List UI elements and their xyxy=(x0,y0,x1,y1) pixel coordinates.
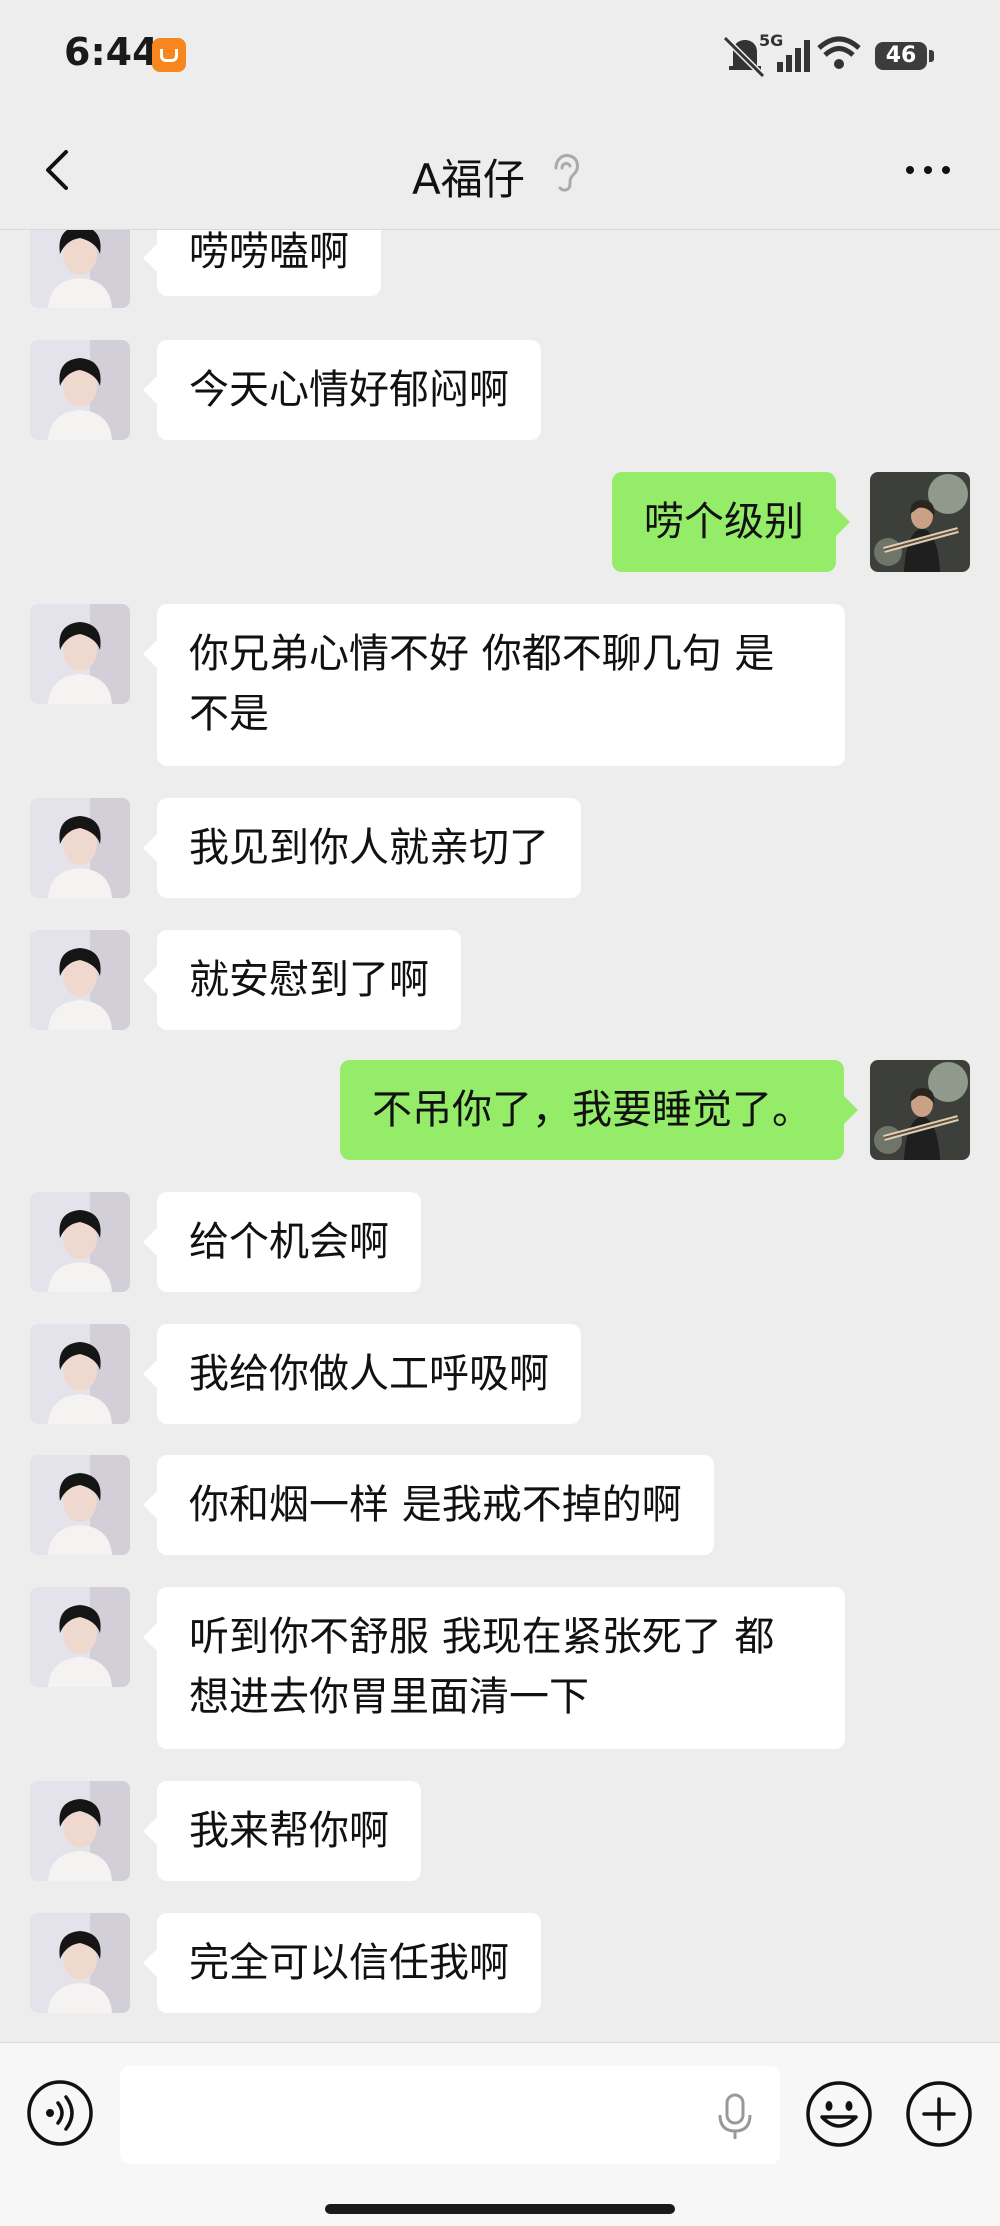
message-bubble[interactable]: 你和烟一样 是我戒不掉的啊 xyxy=(143,1455,714,1555)
battery-icon: 46 xyxy=(875,42,927,70)
my-avatar[interactable] xyxy=(870,472,970,572)
contact-avatar[interactable] xyxy=(30,1192,130,1292)
contact-avatar[interactable] xyxy=(30,1324,130,1424)
chat-title[interactable]: A福仔 xyxy=(412,146,525,207)
battery-level: 46 xyxy=(885,43,917,68)
shopping-app-icon xyxy=(152,38,186,72)
contact-avatar[interactable] xyxy=(30,930,130,1030)
mic-icon[interactable] xyxy=(710,2091,760,2141)
message-bubble[interactable]: 唠个级别 xyxy=(612,472,850,572)
chat-messages: 唠唠嗑啊 今天心情好郁闷啊 唠个级别 你兄弟心情不好 你都不聊几句 是 不是 我… xyxy=(0,230,1000,2042)
plus-icon[interactable] xyxy=(904,2079,974,2149)
emoji-icon[interactable] xyxy=(804,2079,874,2149)
wifi-icon xyxy=(817,36,861,69)
message-bubble[interactable]: 完全可以信任我啊 xyxy=(143,1913,541,2013)
network-label: 5G xyxy=(759,31,783,50)
contact-avatar[interactable] xyxy=(30,1455,130,1555)
contact-avatar[interactable] xyxy=(30,798,130,898)
contact-avatar[interactable] xyxy=(30,1781,130,1881)
message-input[interactable] xyxy=(120,2066,780,2164)
battery-tip xyxy=(929,50,934,62)
message-bubble[interactable]: 我给你做人工呼吸啊 xyxy=(143,1324,581,1424)
status-icons: 5G xyxy=(722,31,861,79)
contact-avatar[interactable] xyxy=(30,230,130,308)
back-arrow-icon[interactable] xyxy=(30,140,90,200)
input-bar xyxy=(0,2042,1000,2226)
voice-icon[interactable] xyxy=(26,2079,94,2147)
ear-icon xyxy=(554,154,579,192)
message-bubble[interactable]: 不吊你了，我要睡觉了。 xyxy=(340,1060,858,1160)
status-bar: 6:44 5G 46 xyxy=(0,0,1000,110)
message-bubble[interactable]: 我来帮你啊 xyxy=(143,1781,421,1881)
message-bubble[interactable]: 唠唠嗑啊 xyxy=(143,230,381,296)
message-bubble[interactable]: 你兄弟心情不好 你都不聊几句 是 不是 xyxy=(143,604,845,766)
muted-bell-icon xyxy=(722,35,766,79)
message-bubble[interactable]: 我见到你人就亲切了 xyxy=(143,798,581,898)
chat-header: A福仔 xyxy=(0,110,1000,230)
message-bubble[interactable]: 今天心情好郁闷啊 xyxy=(143,340,541,440)
contact-avatar[interactable] xyxy=(30,1913,130,2013)
contact-avatar[interactable] xyxy=(30,340,130,440)
message-bubble[interactable]: 给个机会啊 xyxy=(143,1192,421,1292)
message-bubble[interactable]: 听到你不舒服 我现在紧张死了 都 想进去你胃里面清一下 xyxy=(143,1587,845,1749)
more-icon[interactable] xyxy=(900,154,960,186)
my-avatar[interactable] xyxy=(870,1060,970,1160)
contact-avatar[interactable] xyxy=(30,604,130,704)
home-indicator[interactable] xyxy=(325,2204,675,2214)
status-time: 6:44 xyxy=(64,30,159,74)
contact-avatar[interactable] xyxy=(30,1587,130,1687)
message-bubble[interactable]: 就安慰到了啊 xyxy=(143,930,461,1030)
